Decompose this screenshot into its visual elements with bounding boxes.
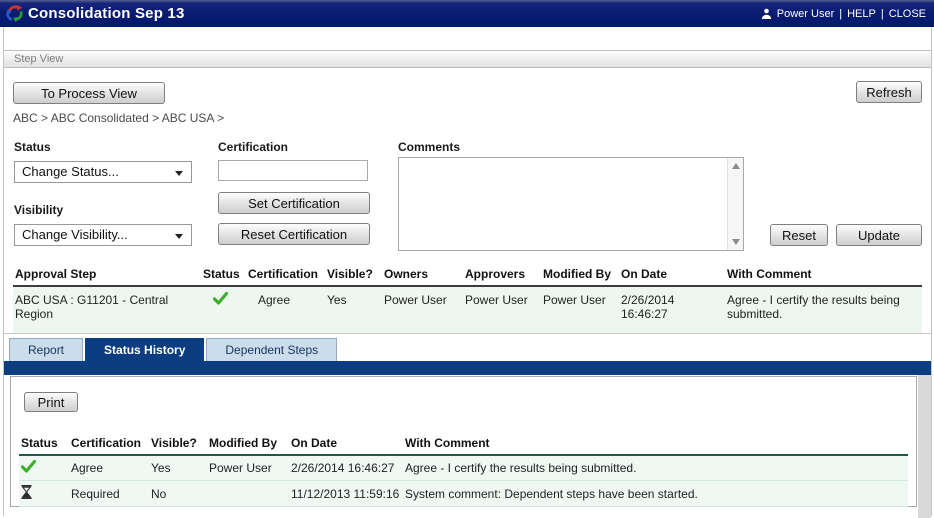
visibility-label: Visibility bbox=[14, 203, 63, 217]
tabs-section: Report Status History Dependent Steps bbox=[4, 338, 931, 375]
status-cell bbox=[19, 481, 69, 507]
col-certification: Certification bbox=[246, 264, 325, 286]
with-comment-cell: Agree - I certify the results being subm… bbox=[403, 455, 908, 481]
chevron-down-icon bbox=[175, 171, 183, 176]
status-history-table: Status Certification Visible? Modified B… bbox=[19, 433, 908, 507]
approval-step-cell: ABC USA : G11201 - Central Region bbox=[13, 286, 201, 334]
modified-by-cell: Power User bbox=[207, 455, 289, 481]
separator: | bbox=[839, 8, 842, 20]
comments-textarea[interactable] bbox=[398, 157, 744, 251]
certification-cell: Agree bbox=[246, 286, 325, 334]
status-cell bbox=[19, 455, 69, 481]
comments-label: Comments bbox=[398, 140, 460, 154]
certification-cell: Agree bbox=[69, 455, 149, 481]
col-status: Status bbox=[201, 264, 246, 286]
on-date-cell: 2/26/2014 16:46:27 bbox=[619, 286, 725, 334]
print-button[interactable]: Print bbox=[24, 392, 78, 412]
table-row: Required No 11/12/2013 11:59:16 System c… bbox=[19, 481, 908, 507]
status-cell bbox=[201, 286, 246, 334]
visible-cell: Yes bbox=[149, 455, 207, 481]
update-button[interactable]: Update bbox=[836, 224, 922, 246]
green-check-icon bbox=[21, 460, 36, 473]
certification-input[interactable] bbox=[218, 160, 368, 181]
approval-table-header-row: Approval Step Status Certification Visib… bbox=[13, 264, 922, 286]
col-visible: Visible? bbox=[149, 433, 207, 455]
col-approvers: Approvers bbox=[463, 264, 541, 286]
visible-cell: No bbox=[149, 481, 207, 507]
visible-cell: Yes bbox=[325, 286, 382, 334]
person-icon bbox=[761, 8, 772, 19]
reset-certification-button[interactable]: Reset Certification bbox=[218, 223, 370, 245]
close-link[interactable]: CLOSE bbox=[889, 8, 926, 20]
reset-button[interactable]: Reset bbox=[770, 224, 828, 246]
visibility-select-value: Change Visibility... bbox=[22, 227, 128, 242]
set-certification-button[interactable]: Set Certification bbox=[218, 192, 370, 214]
approval-step-table: Approval Step Status Certification Visib… bbox=[13, 264, 922, 334]
status-select[interactable]: Change Status... bbox=[14, 161, 192, 183]
help-link[interactable]: HELP bbox=[847, 8, 876, 20]
breadcrumb: ABC > ABC Consolidated > ABC USA > bbox=[13, 111, 224, 125]
tab-dependent-steps[interactable]: Dependent Steps bbox=[206, 338, 337, 361]
modified-by-cell: Power User bbox=[541, 286, 619, 334]
refresh-button[interactable]: Refresh bbox=[856, 81, 922, 103]
col-approval-step: Approval Step bbox=[13, 264, 201, 286]
status-history-section: Print Status Certification Visible? Modi… bbox=[4, 375, 931, 518]
col-with-comment: With Comment bbox=[725, 264, 922, 286]
scroll-up-icon[interactable] bbox=[732, 163, 740, 169]
tab-report[interactable]: Report bbox=[9, 338, 83, 361]
on-date-cell: 11/12/2013 11:59:16 bbox=[289, 481, 403, 507]
col-with-comment: With Comment bbox=[403, 433, 908, 455]
visibility-select[interactable]: Change Visibility... bbox=[14, 224, 192, 246]
table-row: ABC USA : G11201 - Central Region Agree … bbox=[13, 286, 922, 334]
chevron-down-icon bbox=[175, 234, 183, 239]
col-modified-by: Modified By bbox=[541, 264, 619, 286]
col-on-date: On Date bbox=[619, 264, 725, 286]
main-container: Step View To Process View Refresh ABC > … bbox=[3, 27, 932, 516]
col-modified-by: Modified By bbox=[207, 433, 289, 455]
col-on-date: On Date bbox=[289, 433, 403, 455]
page-title: Consolidation Sep 13 bbox=[28, 5, 185, 22]
hourglass-icon bbox=[21, 485, 32, 499]
cycle-arrows-icon bbox=[5, 4, 24, 23]
step-view-panel: To Process View Refresh ABC > ABC Consol… bbox=[4, 68, 931, 334]
col-certification: Certification bbox=[69, 433, 149, 455]
status-history-panel: Print Status Certification Visible? Modi… bbox=[10, 376, 917, 507]
tab-status-history[interactable]: Status History bbox=[85, 338, 204, 361]
col-visible: Visible? bbox=[325, 264, 382, 286]
app-titlebar: Consolidation Sep 13 Power User | HELP |… bbox=[0, 0, 934, 27]
certification-label: Certification bbox=[218, 140, 288, 154]
on-date-cell: 2/26/2014 16:46:27 bbox=[289, 455, 403, 481]
owners-cell: Power User bbox=[382, 286, 463, 334]
certification-cell: Required bbox=[69, 481, 149, 507]
scroll-down-icon[interactable] bbox=[732, 239, 740, 245]
green-check-icon bbox=[213, 292, 228, 305]
with-comment-cell: Agree - I certify the results being subm… bbox=[725, 286, 922, 334]
to-process-view-button[interactable]: To Process View bbox=[13, 82, 165, 104]
right-gutter bbox=[918, 375, 931, 518]
table-row: Agree Yes Power User 2/26/2014 16:46:27 … bbox=[19, 455, 908, 481]
modified-by-cell bbox=[207, 481, 289, 507]
status-select-value: Change Status... bbox=[22, 164, 119, 179]
col-status: Status bbox=[19, 433, 69, 455]
separator: | bbox=[881, 8, 884, 20]
status-label: Status bbox=[14, 140, 51, 154]
with-comment-cell: System comment: Dependent steps have bee… bbox=[403, 481, 908, 507]
comments-scrollbar[interactable] bbox=[727, 158, 743, 250]
current-user-label: Power User bbox=[777, 8, 834, 20]
tab-strip bbox=[4, 361, 931, 375]
col-owners: Owners bbox=[382, 264, 463, 286]
approvers-cell: Power User bbox=[463, 286, 541, 334]
history-header-row: Status Certification Visible? Modified B… bbox=[19, 433, 908, 455]
step-view-header: Step View bbox=[4, 50, 931, 68]
